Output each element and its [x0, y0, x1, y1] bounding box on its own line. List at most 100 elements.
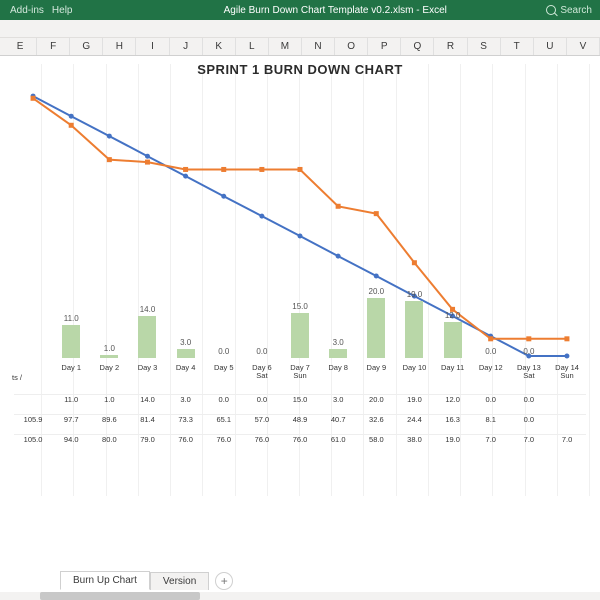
- data-cell: 61.0: [319, 435, 357, 446]
- search-placeholder: Search: [560, 5, 592, 16]
- data-cell: 19.0: [395, 395, 433, 406]
- column-header[interactable]: Q: [401, 38, 434, 55]
- data-cell: 7.0: [548, 435, 586, 446]
- data-cell: [14, 395, 52, 406]
- data-cell: 79.0: [128, 435, 166, 446]
- bar-label: 3.0: [333, 338, 344, 347]
- data-cell: 48.9: [281, 415, 319, 426]
- line-marker: [107, 134, 112, 139]
- x-axis-labels: Day 1Day 2Day 3Day 4Day 5Day 6SatDay 7Su…: [14, 363, 586, 382]
- line-marker: [374, 211, 379, 216]
- data-cell: 105.0: [14, 435, 52, 446]
- column-header[interactable]: O: [335, 38, 368, 55]
- bar-slot: 11.0: [52, 286, 90, 358]
- column-header[interactable]: V: [567, 38, 600, 55]
- data-cell: 0.0: [472, 395, 510, 406]
- titlebar: Add-ins Help Agile Burn Down Chart Templ…: [0, 0, 600, 20]
- data-cell: 7.0: [510, 435, 548, 446]
- sheet-tab[interactable]: Burn Up Chart: [60, 571, 150, 590]
- line-marker: [107, 157, 112, 162]
- bar-slot: 3.0: [319, 286, 357, 358]
- data-cell: 40.7: [319, 415, 357, 426]
- column-header[interactable]: K: [203, 38, 236, 55]
- column-header[interactable]: G: [70, 38, 103, 55]
- bar: [138, 316, 156, 358]
- ribbon-band: [0, 20, 600, 38]
- line-marker: [374, 273, 379, 278]
- data-cell: 1.0: [90, 395, 128, 406]
- data-cell: 76.0: [243, 435, 281, 446]
- menu-help[interactable]: Help: [52, 5, 73, 16]
- bar: [100, 355, 118, 358]
- bar-slot: 0.0: [205, 286, 243, 358]
- column-header[interactable]: S: [468, 38, 501, 55]
- bar-slot: [548, 286, 586, 358]
- data-cell: 76.0: [167, 435, 205, 446]
- row-label-points: ts /: [12, 373, 42, 382]
- search-box[interactable]: Search: [546, 0, 592, 20]
- data-cell: [548, 415, 586, 426]
- menu-addins[interactable]: Add-ins: [10, 5, 44, 16]
- bar-label: 0.0: [523, 347, 534, 356]
- data-cell: 32.6: [357, 415, 395, 426]
- scroll-thumb[interactable]: [40, 592, 200, 600]
- column-header[interactable]: R: [434, 38, 467, 55]
- data-cell: 80.0: [90, 435, 128, 446]
- data-cell: 38.0: [395, 435, 433, 446]
- data-cell: 97.7: [52, 415, 90, 426]
- column-header[interactable]: J: [170, 38, 203, 55]
- column-header[interactable]: M: [269, 38, 302, 55]
- chart-area: SPRINT 1 BURN DOWN CHART 11.01.014.03.00…: [0, 56, 600, 496]
- line-marker: [221, 194, 226, 199]
- chart-title: SPRINT 1 BURN DOWN CHART: [0, 62, 600, 77]
- column-header[interactable]: T: [501, 38, 534, 55]
- bar-label: 3.0: [180, 338, 191, 347]
- column-header[interactable]: I: [136, 38, 169, 55]
- bar: [291, 313, 309, 358]
- data-cell: 105.9: [14, 415, 52, 426]
- bar-label: 1.0: [104, 344, 115, 353]
- line-marker: [31, 96, 36, 101]
- line-marker: [259, 214, 264, 219]
- horizontal-scrollbar[interactable]: [0, 592, 600, 600]
- column-header[interactable]: E: [4, 38, 37, 55]
- column-header[interactable]: F: [37, 38, 70, 55]
- plot: 11.01.014.03.00.00.015.03.020.019.012.00…: [14, 86, 586, 496]
- bar-label: 14.0: [140, 305, 156, 314]
- sheet-tab[interactable]: Version: [150, 572, 209, 590]
- x-tick-label: Day 9: [357, 363, 395, 382]
- add-sheet-button[interactable]: +: [215, 572, 233, 590]
- line-marker: [298, 167, 303, 172]
- column-header[interactable]: U: [534, 38, 567, 55]
- data-cell: 14.0: [128, 395, 166, 406]
- x-tick-label: Day 3: [128, 363, 166, 382]
- column-header[interactable]: L: [236, 38, 269, 55]
- bar: [177, 349, 195, 358]
- bar: [444, 322, 462, 358]
- line-marker: [69, 114, 74, 119]
- data-cell: 0.0: [510, 415, 548, 426]
- bar-label: 0.0: [218, 347, 229, 356]
- data-cell: 0.0: [205, 395, 243, 406]
- document-title: Agile Burn Down Chart Template v0.2.xlsm…: [224, 5, 447, 16]
- bar: [367, 298, 385, 358]
- bar-slot: 20.0: [357, 286, 395, 358]
- data-cell: 12.0: [434, 395, 472, 406]
- data-cell: 0.0: [510, 395, 548, 406]
- bar-label: 12.0: [445, 311, 461, 320]
- x-tick-label: Day 7Sun: [281, 363, 319, 382]
- bar: [62, 325, 80, 358]
- x-tick-label: Day 12: [472, 363, 510, 382]
- column-header[interactable]: N: [302, 38, 335, 55]
- data-cell: 24.4: [395, 415, 433, 426]
- bar-slot: 3.0: [167, 286, 205, 358]
- line-marker: [221, 167, 226, 172]
- column-header[interactable]: P: [368, 38, 401, 55]
- line-marker: [183, 174, 188, 179]
- column-header[interactable]: H: [103, 38, 136, 55]
- x-tick-label: Day 10: [395, 363, 433, 382]
- data-cell: 58.0: [357, 435, 395, 446]
- bar-label: 0.0: [256, 347, 267, 356]
- data-cell: 11.0: [52, 395, 90, 406]
- line-marker: [298, 233, 303, 238]
